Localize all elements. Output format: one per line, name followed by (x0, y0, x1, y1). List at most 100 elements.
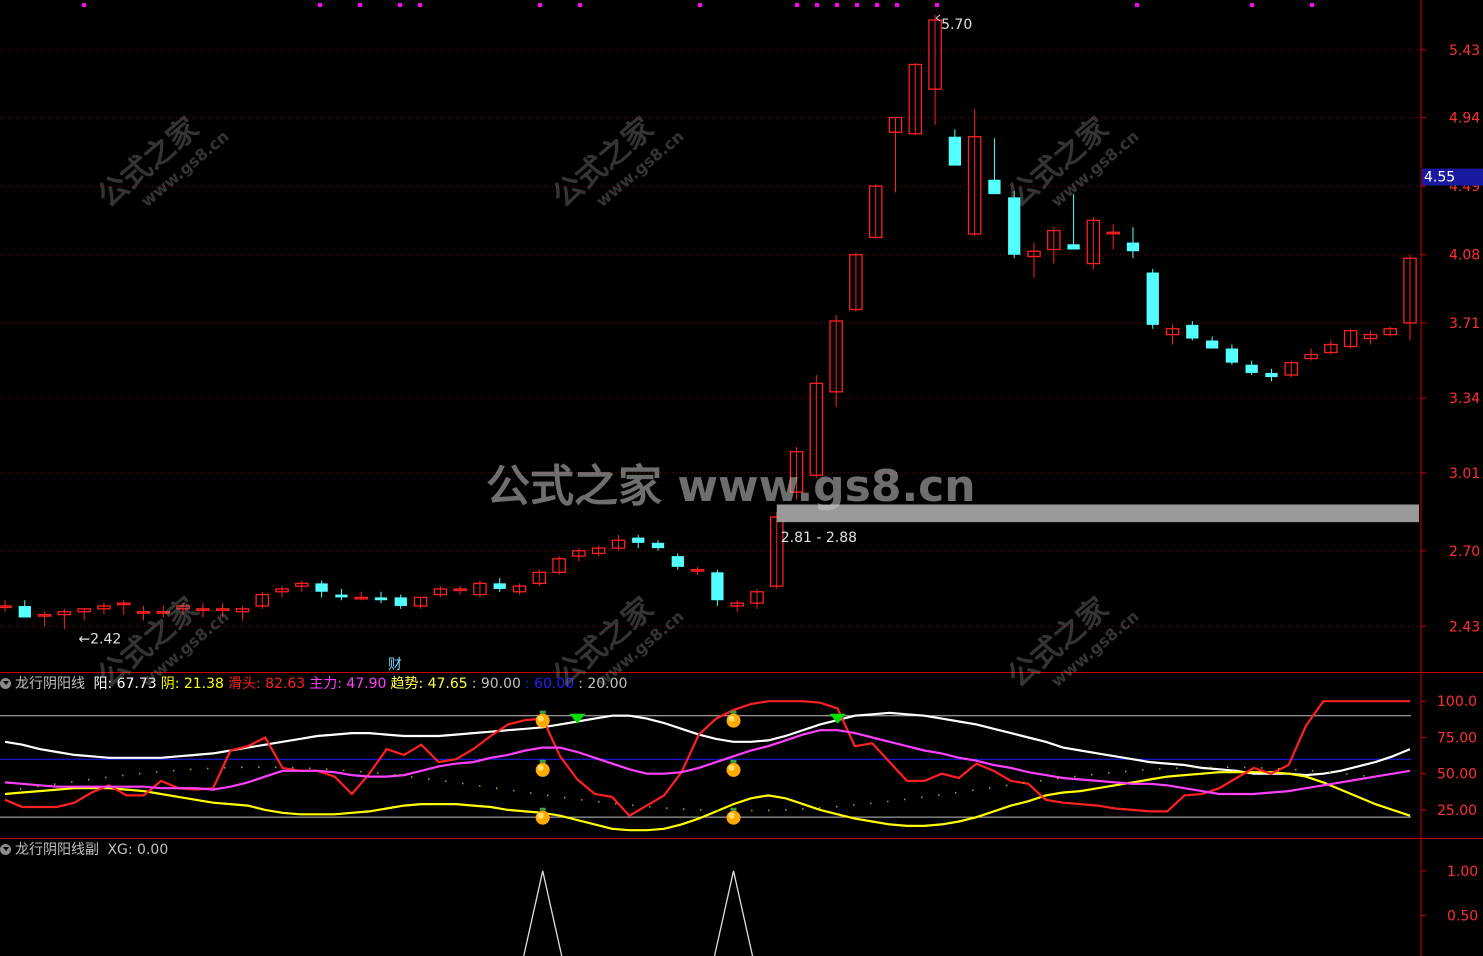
top-marker-dot (358, 3, 362, 7)
top-marker-dot (895, 3, 899, 7)
trend-dot (870, 802, 872, 805)
trend-dot (581, 799, 583, 801)
trend-dot (683, 808, 685, 810)
candlestick (473, 580, 487, 598)
trend-dot (904, 798, 906, 801)
candlestick (711, 569, 724, 606)
trend-dot (1227, 766, 1229, 768)
trend-dot (1142, 769, 1144, 771)
candlestick (1225, 344, 1239, 365)
indicator-title: 龙行阴阳线 (15, 676, 85, 692)
trend-dot (785, 809, 787, 811)
top-marker-dot (398, 3, 402, 7)
top-marker-dot (698, 3, 702, 7)
trend-dot (1346, 773, 1348, 775)
candlestick (1146, 268, 1159, 329)
sub-toggle-icon[interactable] (0, 843, 11, 855)
price-tick-label: 3.01 (1449, 466, 1480, 482)
top-marker-dot (875, 3, 879, 7)
candlestick (690, 566, 705, 576)
trend-dot (1244, 766, 1246, 769)
gold-coin-icon (535, 710, 550, 728)
gold-coin-icon (535, 759, 550, 777)
candlestick (394, 594, 407, 609)
candle-body (948, 136, 961, 166)
trend-dot (1057, 777, 1059, 780)
candle-body (1186, 324, 1199, 339)
trend-dot (1295, 768, 1297, 771)
top-marker-dot (835, 3, 839, 7)
trend-dot (1176, 767, 1178, 769)
trend-dot (921, 796, 923, 799)
candlestick (1027, 242, 1041, 278)
candlestick (632, 535, 645, 549)
top-marker-dot (855, 3, 859, 7)
trend-dot (445, 780, 447, 782)
trend-dot (615, 802, 617, 805)
trend-dot (632, 804, 634, 807)
sub-tick-label: 0.50 (1447, 908, 1478, 924)
trend-dot (343, 769, 345, 772)
top-marker-dot (1135, 3, 1139, 7)
trend-dot (1312, 770, 1314, 772)
candlestick (1363, 330, 1378, 345)
trend-dot (1278, 767, 1280, 770)
candlestick (0, 600, 12, 612)
trend-dot (292, 766, 294, 769)
candlestick (235, 605, 250, 621)
price-tick-label: 5.43 (1449, 43, 1480, 59)
candlestick (1403, 254, 1417, 341)
trend-dot (530, 792, 532, 794)
candlestick (493, 577, 506, 592)
indicator-toggle-icon[interactable] (0, 677, 11, 689)
trend-dot (1023, 782, 1025, 784)
candlestick (1245, 360, 1258, 376)
trend-dot (156, 771, 158, 773)
trend-dot (649, 806, 651, 808)
candlestick (552, 556, 566, 576)
candlestick (1165, 324, 1180, 345)
price-tick-label: 4.08 (1449, 248, 1480, 264)
candle-body (1205, 340, 1219, 349)
trend-dot (700, 809, 702, 811)
price-tick-label: 3.71 (1449, 316, 1480, 332)
trend-dot (462, 782, 464, 785)
news-marker[interactable]: 财 (388, 654, 402, 674)
candlestick (77, 608, 91, 621)
indicator-tick-label: 100.0 (1437, 694, 1477, 710)
trend-dot (768, 809, 770, 812)
candlestick (1383, 326, 1397, 337)
candlestick (868, 184, 883, 240)
trend-dot (71, 781, 73, 783)
candlestick (967, 108, 982, 236)
top-marker-dot (815, 3, 819, 7)
candle-body (671, 556, 684, 567)
trend-dot (853, 804, 855, 806)
candlestick (116, 600, 131, 615)
trend-dot (258, 766, 260, 768)
current-price-label: 4.55 (1424, 170, 1455, 186)
trend-dot (819, 807, 821, 809)
trend-dot (1091, 773, 1093, 776)
trend-dot (241, 766, 243, 769)
candlestick (651, 540, 665, 551)
trend-dot (37, 785, 39, 788)
trend-dot (1006, 784, 1008, 787)
trend-dot (54, 783, 56, 785)
candlestick (37, 611, 52, 627)
trend-dot (428, 778, 430, 780)
trend-dot (955, 791, 957, 794)
candlestick (433, 586, 448, 598)
trend-dot (479, 785, 481, 787)
candlestick (18, 600, 31, 618)
trend-dot (1159, 768, 1161, 770)
top-marker-dot (935, 3, 939, 7)
trend-dot (1040, 780, 1042, 782)
indicator-tick-label: 25.00 (1437, 803, 1477, 819)
top-marker-dot (82, 3, 86, 7)
trend-dot (20, 788, 22, 790)
candle-body (711, 572, 724, 601)
top-marker-dot (1310, 3, 1314, 7)
indicator-legend: 龙行阴阳线 阳: 67.73 阴: 21.38 滑头: 82.63 主力: 47.90… (0, 674, 635, 694)
price-tick-label: 2.43 (1449, 619, 1480, 635)
